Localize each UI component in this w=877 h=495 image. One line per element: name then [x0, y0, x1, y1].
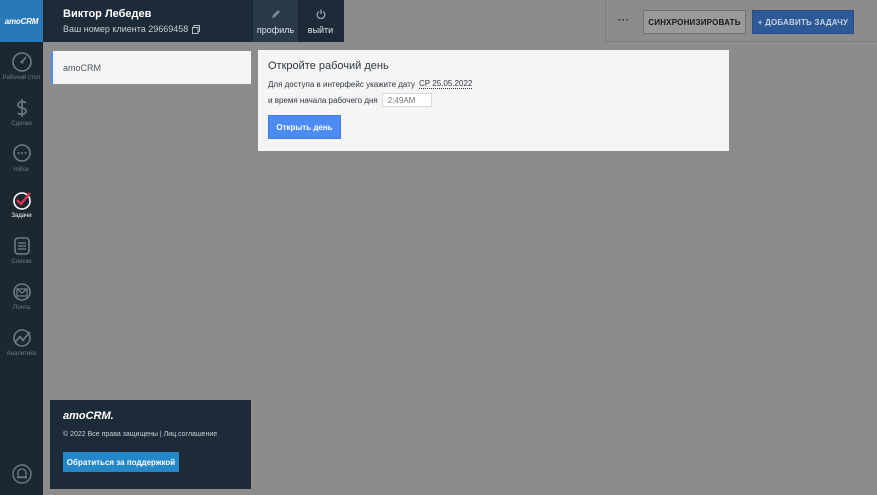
support-button[interactable]: Обратиться за поддержкой [63, 452, 179, 472]
modal-date-line: Для доступа в интерфейс укажите дату СР … [268, 79, 729, 89]
time-input[interactable] [381, 93, 432, 107]
footer-logo: amoCRM. [63, 410, 114, 422]
user-name: Виктор Лебедев [63, 8, 152, 20]
user-info: Виктор Лебедев Ваш номер клиента 2966945… [43, 0, 253, 42]
nav-item-label: Сделки [11, 121, 32, 127]
nav-item-label: Почта [13, 305, 30, 311]
mail-icon [12, 283, 31, 301]
nav-item-label: Рабочий стол [2, 75, 41, 81]
open-day-modal: Откройте рабочий день Для доступа в инте… [258, 50, 729, 151]
pencil-icon [271, 10, 280, 18]
nav-item-lists[interactable]: Списки [0, 226, 43, 272]
logout-label: выйти [307, 25, 334, 35]
analytics-icon [12, 329, 31, 347]
date-picker[interactable]: СР 25.05.2022 [418, 79, 473, 89]
dashboard-icon [11, 52, 32, 72]
profile-label: профиль [256, 25, 295, 35]
nav-item-tasks[interactable]: Задачи [0, 180, 43, 226]
nav-item-inbox[interactable]: InBox [0, 134, 43, 180]
footer-panel: amoCRM. © 2022 Все права защищены | Лиц.… [50, 400, 251, 489]
left-nav: amoCRM Рабочий стол Сделки InBox Задачи … [0, 0, 43, 495]
nav-item-deals[interactable]: Сделки [0, 88, 43, 134]
profile-button[interactable]: профиль [253, 0, 298, 42]
nav-item-label: InBox [13, 167, 30, 173]
nav-item-mail[interactable]: Почта [0, 272, 43, 318]
nav-item-label: Задачи [11, 213, 32, 219]
copyright-text: © 2022 Все права защищены | Лиц.соглашен… [63, 431, 218, 438]
add-task-button[interactable]: + ДОБАВИТЬ ЗАДАЧУ [752, 10, 854, 34]
nav-item-label: Списки [11, 259, 32, 265]
client-id: Ваш номер клиента 29669458 [63, 24, 253, 34]
open-day-button[interactable]: Открыть день [268, 115, 341, 139]
modal-time-line: и время начала рабочего дня [268, 93, 729, 107]
copy-icon[interactable] [192, 24, 201, 34]
nav-logo[interactable]: amoCRM [0, 0, 43, 42]
modal-title: Откройте рабочий день [268, 60, 389, 72]
chat-icon [12, 144, 31, 162]
sync-button[interactable]: СИНХРОНИЗИРОВАТЬ [643, 10, 746, 34]
nav-bottom [0, 463, 43, 485]
list-icon [13, 237, 30, 255]
check-icon [12, 192, 31, 210]
modal-line2: и время начала рабочего дня [268, 95, 378, 105]
more-button[interactable]: ··· [618, 15, 630, 26]
nav-item-dashboard[interactable]: Рабочий стол [0, 42, 43, 88]
dollar-icon [16, 99, 27, 117]
user-bar: Виктор Лебедев Ваш номер клиента 2966945… [43, 0, 344, 42]
client-id-text: Ваш номер клиента 29669458 [63, 24, 189, 34]
notification-bell-icon[interactable] [11, 463, 33, 485]
logout-button[interactable]: выйти [298, 0, 343, 42]
nav-item-label: Аналитика [6, 351, 37, 357]
power-icon [316, 9, 325, 19]
nav-item-analytics[interactable]: Аналитика [0, 318, 43, 364]
account-item[interactable]: amoCRM [51, 51, 251, 84]
top-toolbar: ··· СИНХРОНИЗИРОВАТЬ + ДОБАВИТЬ ЗАДАЧУ [605, 0, 877, 42]
modal-line1: Для доступа в интерфейс укажите дату [268, 79, 415, 89]
